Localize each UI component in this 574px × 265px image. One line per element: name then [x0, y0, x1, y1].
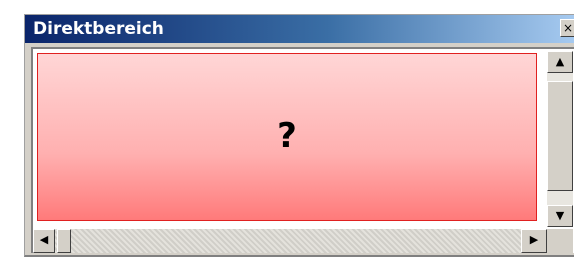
scroll-left-button[interactable]: ◀ [33, 229, 55, 253]
vertical-scrollbar[interactable]: ▲ ▼ [547, 51, 573, 227]
close-icon: × [562, 21, 574, 35]
vertical-scroll-thumb[interactable] [547, 81, 573, 191]
scroll-right-button[interactable]: ▶ [521, 229, 547, 253]
error-message-box: ? [37, 53, 537, 221]
horizontal-scrollbar[interactable]: ◀ ▶ [33, 229, 547, 253]
title-bar[interactable]: Direktbereich × [25, 15, 574, 43]
arrow-up-icon: ▲ [555, 55, 565, 68]
arrow-right-icon: ▶ [529, 233, 539, 246]
arrow-left-icon: ◀ [39, 233, 49, 246]
horizontal-scroll-thumb[interactable] [57, 229, 71, 253]
scrollbar-corner [547, 229, 573, 253]
immediate-pane[interactable]: ? ▲ ▼ ◀ ▶ [31, 47, 574, 253]
scroll-down-button[interactable]: ▼ [547, 205, 573, 227]
error-message: ? [277, 116, 297, 156]
scroll-up-button[interactable]: ▲ [547, 51, 573, 73]
direktbereich-window: Direktbereich × ? ▲ ▼ ◀ ▶ [24, 14, 574, 257]
window-title: Direktbereich [33, 19, 164, 39]
arrow-down-icon: ▼ [555, 209, 565, 222]
close-button[interactable]: × [560, 19, 574, 37]
